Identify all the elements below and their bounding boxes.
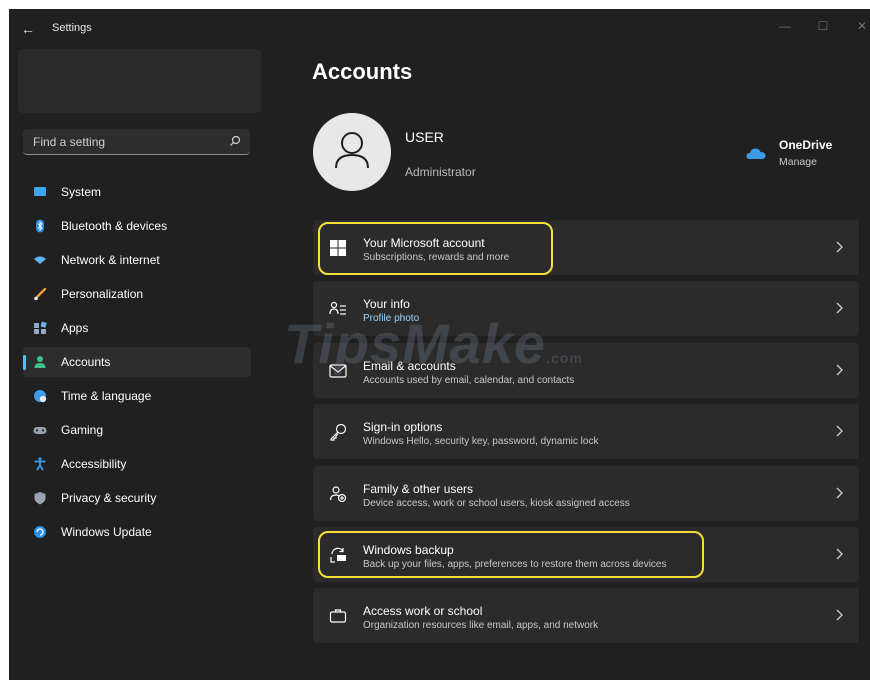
- card-title: Email & accounts: [363, 358, 456, 373]
- card-subtitle[interactable]: Profile photo: [363, 313, 419, 324]
- monitor-icon: [34, 187, 46, 196]
- sidebar-item-gaming[interactable]: Gaming: [23, 415, 251, 445]
- onedrive-link[interactable]: OneDrive Manage: [746, 137, 846, 173]
- sidebar-item-time-language[interactable]: Time & language: [23, 381, 251, 411]
- card-email-accounts[interactable]: Email & accounts Accounts used by email,…: [313, 342, 859, 398]
- sidebar-item-accounts[interactable]: Accounts: [23, 347, 251, 377]
- search-placeholder: Find a setting: [33, 135, 106, 149]
- card-title: Access work or school: [363, 604, 483, 619]
- sidebar-item-network[interactable]: Network & internet: [23, 245, 251, 275]
- window-title: Settings: [52, 22, 92, 34]
- sidebar-item-label: Apps: [61, 321, 89, 335]
- maximize-button[interactable]: ☐: [812, 15, 834, 37]
- sidebar-item-label: Privacy & security: [61, 491, 157, 505]
- contact-card-icon: [329, 302, 346, 315]
- card-windows-backup[interactable]: Windows backup Back up your files, apps,…: [313, 526, 859, 582]
- sidebar-item-label: Gaming: [61, 423, 104, 437]
- card-subtitle: Organization resources like email, apps,…: [363, 620, 599, 632]
- sidebar-item-system[interactable]: System: [23, 177, 251, 207]
- sidebar-item-label: Network & internet: [61, 253, 160, 267]
- card-subtitle: Accounts used by email, calendar, and co…: [363, 374, 575, 386]
- update-icon: [34, 526, 46, 538]
- active-indicator: [23, 355, 26, 370]
- wifi-icon: [34, 256, 46, 264]
- user-silhouette-icon: [335, 132, 369, 169]
- shield-icon: [34, 492, 46, 505]
- card-title: Your info: [363, 297, 410, 312]
- minimize-button[interactable]: —: [774, 15, 796, 37]
- sidebar-item-apps[interactable]: Apps: [23, 313, 251, 343]
- key-icon: [330, 424, 347, 441]
- onedrive-title: OneDrive: [779, 138, 833, 152]
- sidebar-item-label: Bluetooth & devices: [61, 219, 168, 233]
- card-subtitle: Subscriptions, rewards and more: [363, 252, 510, 263]
- chevron-right-icon: [836, 425, 843, 437]
- controller-icon: [33, 427, 47, 434]
- sidebar-item-privacy-security[interactable]: Privacy & security: [23, 483, 251, 513]
- card-title: Sign-in options: [363, 420, 443, 435]
- search-input[interactable]: Find a setting: [23, 129, 250, 155]
- card-family-other-users[interactable]: Family & other users Device access, work…: [313, 465, 859, 521]
- back-button[interactable]: ←: [21, 21, 41, 37]
- chevron-right-icon: [836, 364, 843, 376]
- settings-window: ← Settings — ☐ ✕ Find a setting System B…: [9, 9, 870, 680]
- sidebar-item-label: System: [61, 185, 102, 199]
- sidebar-item-label: Windows Update: [61, 525, 152, 539]
- settings-cards: Your Microsoft account Subscriptions, re…: [313, 220, 859, 650]
- chevron-right-icon: [836, 487, 843, 499]
- close-button[interactable]: ✕: [851, 15, 870, 37]
- user-role: Administrator: [405, 165, 476, 179]
- chevron-right-icon: [836, 548, 843, 560]
- brush-icon: [34, 287, 47, 301]
- search-icon[interactable]: [228, 134, 242, 148]
- globe-clock-icon: [34, 390, 47, 403]
- page-title: Accounts: [312, 59, 413, 84]
- card-title: Family & other users: [363, 481, 474, 496]
- briefcase-icon: [329, 609, 347, 623]
- avatar: [313, 113, 391, 191]
- card-subtitle: Back up your files, apps, preferences to…: [363, 558, 667, 570]
- accessibility-icon: [34, 457, 46, 471]
- backup-icon: [330, 547, 346, 563]
- chevron-right-icon: [836, 241, 843, 253]
- sidebar-item-windows-update[interactable]: Windows Update: [23, 517, 251, 547]
- sidebar-item-accessibility[interactable]: Accessibility: [23, 449, 251, 479]
- cloud-icon: [746, 148, 766, 159]
- bluetooth-icon: [36, 219, 44, 233]
- mail-icon: [329, 364, 347, 378]
- sidebar-item-bluetooth[interactable]: Bluetooth & devices: [23, 211, 251, 241]
- card-subtitle: Windows Hello, security key, password, d…: [363, 436, 599, 448]
- sidebar-item-label: Time & language: [61, 389, 152, 403]
- card-microsoft-account[interactable]: Your Microsoft account Subscriptions, re…: [313, 220, 859, 275]
- card-sign-in-options[interactable]: Sign-in options Windows Hello, security …: [313, 404, 859, 460]
- windows-logo-icon: [330, 240, 346, 256]
- sidebar-profile-card[interactable]: [18, 49, 261, 113]
- sidebar-nav: System Bluetooth & devices Network & int…: [23, 177, 251, 551]
- apps-icon: [34, 321, 47, 334]
- card-title: Your Microsoft account: [363, 236, 485, 250]
- people-add-icon: [329, 485, 347, 502]
- card-your-info[interactable]: Your info Profile photo: [313, 281, 859, 337]
- chevron-right-icon: [836, 302, 843, 314]
- sidebar-item-label: Personalization: [61, 287, 144, 301]
- onedrive-manage: Manage: [779, 156, 817, 168]
- chevron-right-icon: [836, 609, 843, 621]
- sidebar-item-personalization[interactable]: Personalization: [23, 279, 251, 309]
- sidebar-item-label: Accessibility: [61, 457, 127, 471]
- title-bar: ← Settings — ☐ ✕: [9, 9, 870, 49]
- sidebar-item-label: Accounts: [61, 355, 111, 369]
- user-name: USER: [405, 129, 444, 145]
- person-icon: [34, 356, 46, 368]
- card-title: Windows backup: [363, 542, 454, 557]
- card-subtitle: Device access, work or school users, kio…: [363, 497, 630, 509]
- card-access-work-school[interactable]: Access work or school Organization resou…: [313, 588, 859, 644]
